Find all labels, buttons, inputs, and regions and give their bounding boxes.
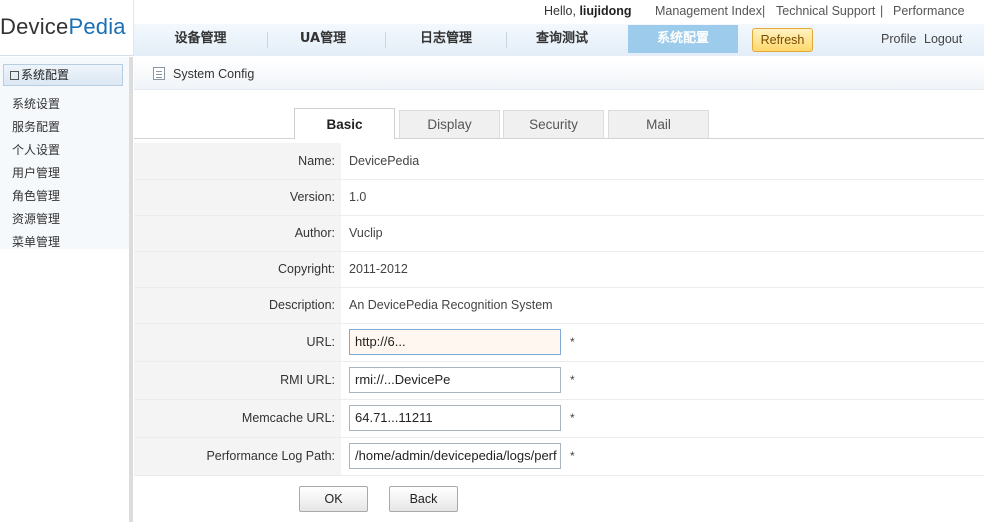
sidebar-item-resource-management[interactable]: 资源管理 (12, 210, 60, 227)
app-logo[interactable]: DevicePedia (0, 14, 126, 42)
logo-text-device: Device (0, 14, 69, 39)
required-marker: * (570, 335, 575, 349)
back-button[interactable]: Back (389, 486, 458, 512)
document-icon (153, 67, 165, 80)
form-row-url: URL: http://6... * (134, 324, 984, 362)
tab-security[interactable]: Security (503, 110, 604, 138)
form-row-name: Name: DevicePedia (134, 143, 984, 180)
link-separator: | (762, 4, 766, 18)
nav-device-management[interactable]: 设备管理 (134, 24, 267, 54)
sidebar-header-label: 系统配置 (21, 68, 70, 82)
form-row-author: Author: Vuclip (134, 216, 984, 252)
tab-basic[interactable]: Basic (294, 108, 395, 139)
main-nav: 设备管理 UA管理 日志管理 查询测试 系统配置 Refresh Profile… (134, 24, 984, 56)
sidebar-item-user-management[interactable]: 用户管理 (12, 164, 60, 181)
rmi-url-input[interactable]: rmi://...DevicePe (349, 367, 561, 393)
copyright-value: 2011-2012 (349, 262, 408, 276)
form-row-performance-log-path: Performance Log Path: /home/admin/device… (134, 438, 984, 476)
performance-log-path-input[interactable]: /home/admin/devicepedia/logs/perf (349, 443, 561, 469)
tab-mail[interactable]: Mail (608, 110, 709, 138)
tab-underline (134, 138, 984, 139)
rmi-url-label: RMI URL: (280, 373, 335, 387)
performance-link[interactable]: Performance (893, 4, 965, 18)
description-label: Description: (269, 298, 335, 312)
header: DevicePedia Hello, liujidong Management … (0, 0, 984, 56)
author-value: Vuclip (349, 226, 383, 240)
name-label: Name: (298, 154, 335, 168)
url-label: URL: (306, 335, 335, 349)
tab-display[interactable]: Display (399, 110, 500, 138)
required-marker: * (570, 411, 575, 425)
nav-system-config[interactable]: 系统配置 (628, 25, 738, 53)
technical-support-link[interactable]: Technical Support (776, 4, 875, 18)
sidebar-item-personal-settings[interactable]: 个人设置 (12, 141, 60, 158)
username: liujidong (579, 4, 632, 18)
collapse-box-icon (10, 71, 19, 80)
management-index-link[interactable]: Management Index (655, 4, 762, 18)
required-marker: * (570, 449, 575, 463)
refresh-button[interactable]: Refresh (752, 28, 813, 52)
sidebar-header[interactable]: 系统配置 (3, 64, 123, 86)
description-value: An DevicePedia Recognition System (349, 298, 553, 312)
sidebar: 系统配置 系统设置 服务配置 个人设置 用户管理 角色管理 资源管理 菜单管理 (0, 57, 130, 522)
performance-log-path-label: Performance Log Path: (206, 449, 335, 463)
greeting-prefix: Hello, (544, 4, 580, 18)
memcache-url-input[interactable]: 64.71...11211 (349, 405, 561, 431)
sidebar-item-system-settings[interactable]: 系统设置 (12, 95, 60, 112)
name-value: DevicePedia (349, 154, 420, 168)
logo-text-pedia: Pedia (68, 14, 126, 39)
version-value: 1.0 (349, 190, 367, 204)
link-separator: | (880, 4, 884, 18)
sidebar-item-menu-management[interactable]: 菜单管理 (12, 233, 60, 250)
sidebar-item-service-config[interactable]: 服务配置 (12, 118, 60, 135)
logout-link[interactable]: Logout (924, 32, 962, 46)
ok-button[interactable]: OK (299, 486, 368, 512)
author-label: Author: (294, 226, 335, 240)
sidebar-divider (129, 57, 133, 522)
greeting: Hello, liujidong (544, 4, 632, 18)
page-title: System Config (173, 67, 255, 81)
form-row-memcache-url: Memcache URL: 64.71...11211 * (134, 400, 984, 438)
form-row-description: Description: An DevicePedia Recognition … (134, 288, 984, 324)
profile-link[interactable]: Profile (881, 32, 916, 46)
form-row-version: Version: 1.0 (134, 180, 984, 216)
url-input[interactable]: http://6... (349, 329, 561, 355)
copyright-label: Copyright: (278, 262, 335, 276)
sidebar-panel: 系统配置 系统设置 服务配置 个人设置 用户管理 角色管理 资源管理 菜单管理 (0, 57, 130, 249)
form-row-copyright: Copyright: 2011-2012 (134, 252, 984, 288)
top-bar: Hello, liujidong Management Index | Tech… (134, 0, 984, 24)
nav-ua-management[interactable]: UA管理 (268, 24, 378, 54)
content-header: System Config (134, 60, 984, 90)
version-label: Version: (289, 190, 335, 204)
form-row-rmi-url: RMI URL: rmi://...DevicePe * (134, 362, 984, 400)
nav-log-management[interactable]: 日志管理 (386, 24, 506, 54)
memcache-url-label: Memcache URL: (241, 411, 335, 425)
nav-query-test[interactable]: 查询测试 (507, 24, 617, 54)
required-marker: * (570, 373, 575, 387)
sidebar-item-role-management[interactable]: 角色管理 (12, 187, 60, 204)
